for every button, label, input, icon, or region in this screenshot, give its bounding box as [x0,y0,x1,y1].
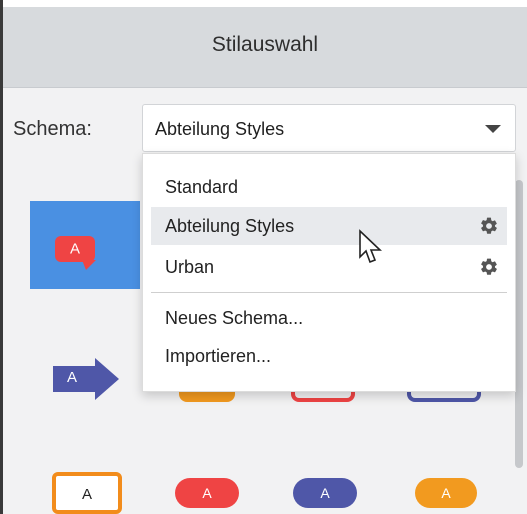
gallery-scrollbar[interactable] [515,180,523,468]
menu-item-import[interactable]: Importieren... [151,337,507,375]
speech-bubble-style: A [55,236,95,262]
menu-item-label: Urban [165,257,215,277]
style-sample-text: A [441,485,451,501]
schema-dropdown[interactable]: Abteilung Styles [142,104,516,152]
clipped-top-text-strip [0,0,527,7]
style-sample-text: A [67,369,78,386]
schema-dropdown-menu: Standard Abteilung Styles Urban Neues Sc… [142,153,516,392]
menu-item-label: Standard [165,177,239,197]
menu-item-urban[interactable]: Urban [151,248,507,286]
outlined-box-style-tile[interactable]: A [52,472,122,514]
menu-separator [151,292,507,293]
gear-icon[interactable] [479,216,499,236]
menu-item-label: Importieren... [165,346,272,366]
mouse-cursor-icon [359,229,383,264]
blue-pill-style-tile[interactable]: A [293,478,357,508]
title-bar: Stilauswahl [3,7,527,88]
menu-item-abteilung-styles[interactable]: Abteilung Styles [151,207,507,245]
gear-icon[interactable] [479,257,499,277]
chevron-down-icon [485,125,501,133]
style-sample-text: A [81,486,92,503]
menu-item-standard[interactable]: Standard [151,168,507,206]
menu-item-new-schema[interactable]: Neues Schema... [151,299,507,337]
arrow-style-tile[interactable]: A [53,358,123,400]
menu-item-label: Neues Schema... [165,308,304,328]
style-picker-window: Stilauswahl Schema: Abteilung Styles A A… [0,0,527,514]
speech-tail-icon [82,260,96,270]
window-title: Stilauswahl [211,33,319,56]
schema-label: Schema: [13,118,92,140]
arrow-shape-icon [53,358,119,400]
schema-selected-value: Abteilung Styles [155,119,285,139]
style-sample-text: A [202,485,212,501]
orange-pill-style-tile[interactable]: A [415,478,477,508]
style-sample-text: A [69,240,80,258]
red-pill-style-tile[interactable]: A [175,478,239,508]
menu-item-label: Abteilung Styles [165,216,295,236]
style-sample-text: A [320,485,330,501]
style-tile-selected[interactable]: A [30,201,140,289]
